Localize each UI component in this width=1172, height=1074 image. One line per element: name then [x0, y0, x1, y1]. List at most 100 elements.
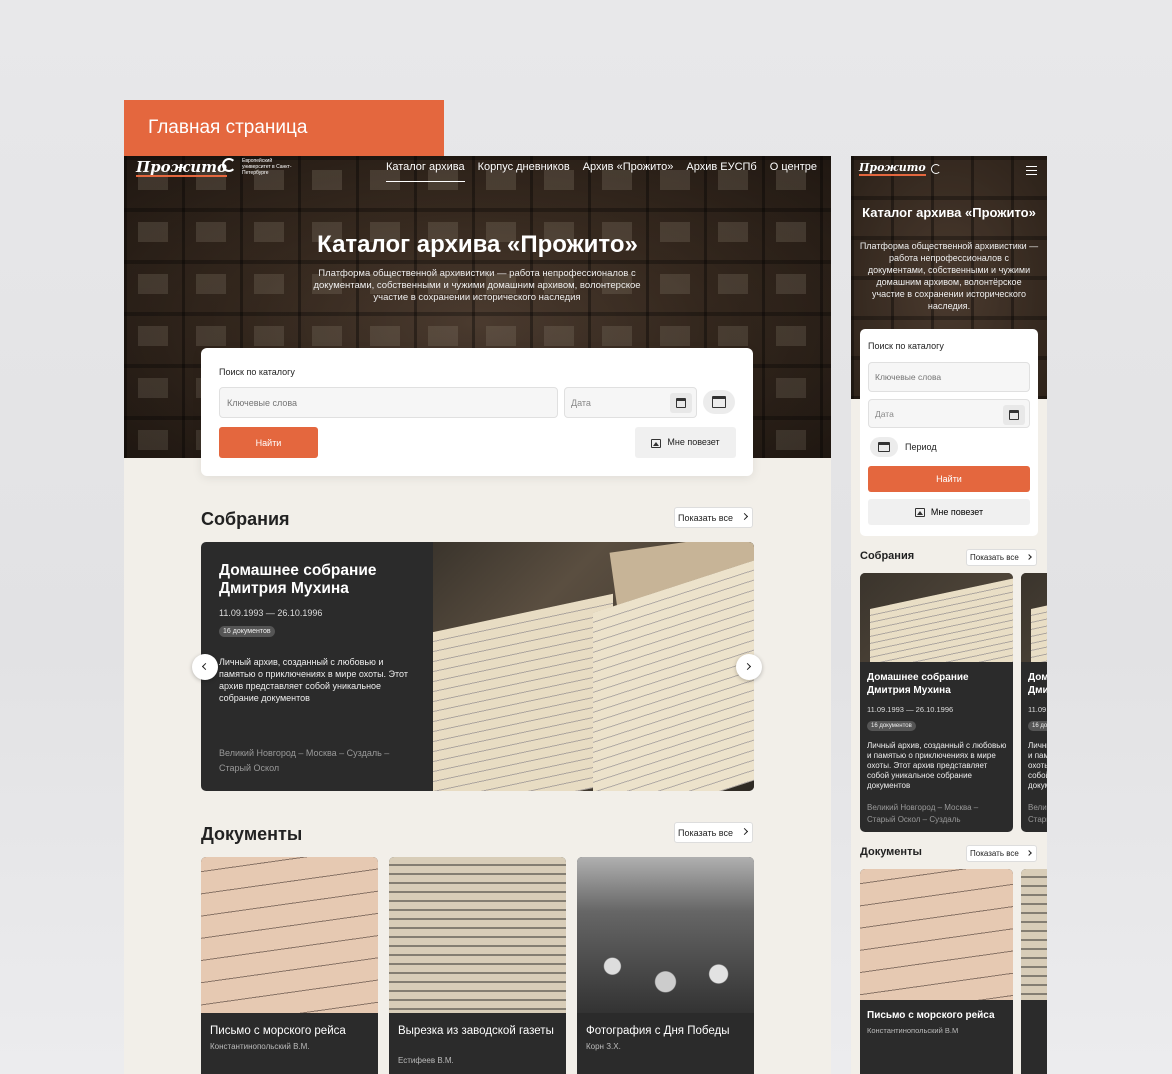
page-title: Каталог архива «Прожито» — [317, 231, 638, 258]
lucky-button[interactable]: Мне повезет — [635, 427, 736, 458]
calendar-icon — [676, 398, 686, 408]
collection-card[interactable]: Домашнее собрание Дмитрия Мухина 11.09.1… — [860, 573, 1013, 832]
date-picker-button[interactable] — [1003, 405, 1025, 425]
document-card-next[interactable] — [1021, 869, 1047, 1074]
show-all-label: Показать все — [678, 513, 733, 523]
collection-photo — [1021, 573, 1047, 662]
date-placeholder: Дата — [571, 398, 591, 408]
collection-photo — [860, 573, 1013, 662]
period-label: Период — [905, 442, 937, 452]
document-title: Письмо с морского рейса — [210, 1025, 346, 1037]
search-label: Поиск по каталогу — [219, 367, 295, 377]
collections-heading: Собрания — [860, 550, 915, 562]
documents-show-all-button[interactable]: Показать все — [674, 822, 753, 843]
top-nav: Прожито Европейский университет в Санкт-… — [124, 156, 831, 186]
logo[interactable]: Прожито — [859, 162, 926, 176]
show-all-label: Показать все — [970, 553, 1019, 562]
document-author: Корн З.Х. — [586, 1042, 621, 1051]
document-title: Фотография с Дня Победы — [586, 1025, 730, 1037]
nav-item-prozhito-archive[interactable]: Архив «Прожито» — [583, 161, 674, 182]
collection-title: Домашнее собрание Дмитрия Мухина — [867, 672, 969, 696]
chevron-right-icon — [740, 512, 749, 521]
period-button[interactable] — [870, 437, 898, 457]
collection-dates: 11.09.1993 — 26.10.1996 — [867, 705, 954, 714]
document-card[interactable]: Письмо с морского рейса Константинопольс… — [860, 869, 1013, 1074]
collections-heading: Собрания — [201, 509, 290, 529]
date-field[interactable]: Дата — [564, 387, 697, 418]
page-label: Главная страница — [124, 100, 444, 156]
lucky-button[interactable]: Мне повезет — [868, 499, 1030, 525]
keywords-input[interactable] — [868, 362, 1030, 392]
collection-description: Личный архив, созданный с любовью и памя… — [867, 741, 1007, 790]
documents-heading: Документы — [201, 824, 303, 844]
documents-heading: Документы — [860, 846, 922, 858]
period-button[interactable] — [703, 390, 735, 414]
document-count-badge: 16 документов — [219, 626, 275, 637]
show-all-label: Показать все — [970, 849, 1019, 858]
collection-places: Великий Новгород – Москва – Старый Оскол… — [1028, 803, 1047, 824]
search-label: Поиск по каталогу — [868, 341, 944, 351]
document-card[interactable]: Вырезка из заводской газеты Естифеев В.М… — [389, 857, 566, 1074]
collection-places: Великий Новгород – Москва – Старый Оскол… — [867, 803, 979, 824]
document-count-badge: 16 документов — [1028, 721, 1047, 731]
chevron-right-icon — [1026, 554, 1032, 560]
chevron-right-icon — [740, 827, 749, 836]
document-image — [860, 869, 1013, 1000]
date-field[interactable]: Дата — [868, 399, 1030, 428]
collection-card-next[interactable]: Домашнее собрание Дмитрия Мухина 11.09.1… — [1021, 573, 1047, 832]
carousel-prev-button[interactable] — [192, 654, 218, 680]
collections-show-all-button[interactable]: Показать все — [674, 507, 753, 528]
document-image — [389, 857, 566, 1013]
nav-item-about[interactable]: О центре — [770, 161, 817, 182]
show-all-label: Показать все — [678, 828, 733, 838]
page-title: Каталог архива «Прожито» — [862, 205, 1036, 220]
nav-item-catalog[interactable]: Каталог архива — [385, 161, 465, 182]
image-icon — [914, 508, 925, 518]
collection-title: Домашнее собрание Дмитрия Мухина — [219, 562, 377, 597]
document-title: Письмо с морского рейса — [867, 1010, 995, 1021]
hero-subtitle: Платформа общественной архивистики — раб… — [313, 268, 641, 303]
collection-photo — [433, 542, 754, 791]
document-image — [577, 857, 754, 1013]
collection-dates: 11.09.1993 — 26.10.1996 — [219, 608, 323, 618]
search-panel: Поиск по каталогу Дата Найти Мне повезет — [201, 348, 753, 476]
find-button[interactable]: Найти — [219, 427, 318, 458]
collection-card[interactable]: Домашнее собрание Дмитрия Мухина 11.09.1… — [201, 542, 754, 791]
collection-places: Великий Новгород – Москва – Суздаль – Ст… — [219, 748, 390, 773]
document-card[interactable]: Письмо с морского рейса Константинопольс… — [201, 857, 378, 1074]
nav-item-diaries[interactable]: Корпус дневников — [478, 161, 570, 182]
chevron-left-icon — [201, 662, 210, 671]
calendar-range-icon — [712, 396, 726, 408]
document-count-badge: 16 документов — [867, 721, 916, 731]
eu-logo-text: Европейский университет в Санкт-Петербур… — [242, 158, 292, 176]
collection-title: Домашнее собрание Дмитрия Мухина — [1028, 672, 1047, 696]
eu-logo-icon — [222, 158, 236, 172]
collection-dates: 11.09.1993 — 26.10.1996 — [1028, 705, 1047, 714]
find-button[interactable]: Найти — [868, 466, 1030, 492]
lucky-label: Мне повезет — [930, 506, 984, 517]
mobile-mockup: Прожито Каталог архива «Прожито» Платфор… — [851, 156, 1047, 1074]
document-author: Естифеев В.М. — [398, 1056, 454, 1065]
lucky-label: Мне повезет — [667, 437, 720, 448]
document-card[interactable]: Фотография с Дня Победы Корн З.Х. — [577, 857, 754, 1074]
logo[interactable]: Прожито — [136, 159, 228, 177]
document-author: Константинопольский В.М. — [210, 1042, 310, 1051]
documents-show-all-button[interactable]: Показать все — [966, 845, 1037, 862]
chevron-right-icon — [1026, 850, 1032, 856]
carousel-next-button[interactable] — [736, 654, 762, 680]
document-image — [1021, 869, 1047, 1000]
nav-item-eusp-archive[interactable]: Архив ЕУСПб — [686, 161, 756, 182]
collections-show-all-button[interactable]: Показать все — [966, 549, 1037, 566]
collection-description: Личный архив, созданный с любовью и памя… — [1028, 741, 1047, 790]
date-picker-button[interactable] — [670, 393, 692, 413]
hero-subtitle: Платформа общественной архивистики — раб… — [859, 241, 1039, 311]
calendar-icon — [1009, 410, 1019, 420]
document-title: Вырезка из заводской газеты — [398, 1025, 554, 1037]
menu-icon[interactable] — [1026, 166, 1037, 175]
document-author: Константинопольский В.М — [867, 1026, 959, 1035]
desktop-mockup: Прожито Европейский университет в Санкт-… — [124, 156, 831, 1074]
search-panel: Поиск по каталогу Дата Период Найти Мне … — [860, 329, 1038, 536]
document-image — [201, 857, 378, 1013]
chevron-right-icon — [743, 662, 752, 671]
keywords-input[interactable] — [219, 387, 558, 418]
